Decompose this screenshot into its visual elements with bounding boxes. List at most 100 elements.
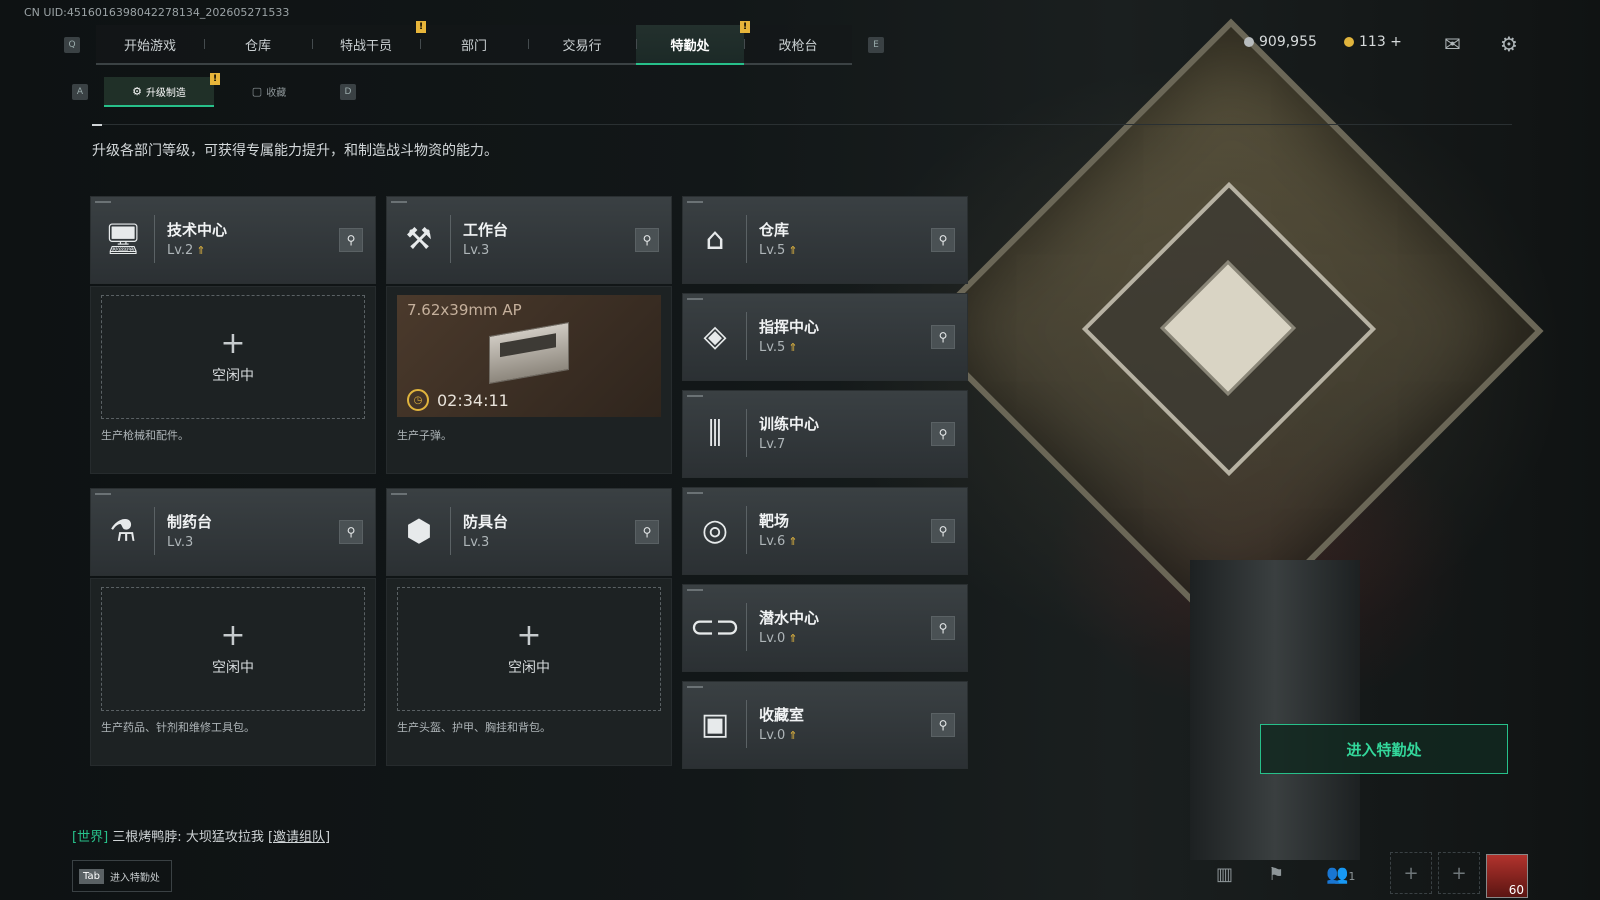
tab-2[interactable]: 特战干员! [312, 21, 426, 63]
department-name: 防具台 [463, 513, 509, 531]
card-corner-mark [391, 493, 407, 495]
key-hint-sub-left: A [72, 84, 88, 100]
department-name: 收藏室 [759, 706, 805, 724]
department-name: 指挥中心 [759, 318, 820, 336]
level-text: Lv.0 [759, 728, 786, 743]
tab-label: 交易行 [562, 38, 602, 54]
production-slot[interactable]: + 空闲中 [101, 295, 365, 419]
chat-channel: [世界] [72, 830, 109, 845]
magnify-icon[interactable]: ⚲ [635, 520, 659, 544]
collection-case-icon: ▣ [700, 706, 730, 742]
add-member-slot-1[interactable]: + [1390, 852, 1432, 894]
tab-5[interactable]: 特勤处! [636, 21, 750, 65]
magnify-icon[interactable]: ⚲ [931, 713, 955, 737]
add-member-slot-2[interactable]: + [1438, 852, 1480, 894]
magnify-icon[interactable]: ⚲ [339, 520, 363, 544]
department-name: 技术中心 [167, 221, 228, 239]
monitor-icon: 🖥 [103, 221, 143, 257]
subtab-0[interactable]: ⚙ 升级制造! [104, 73, 220, 107]
department-level: Lv.3 [463, 243, 489, 258]
production-slot[interactable]: + 空闲中 [397, 587, 661, 711]
department-card[interactable]: ◎ 靶场 Lv.6 ⇑ ⚲ [682, 487, 968, 575]
player-level: 60 [1508, 883, 1524, 897]
warehouse-icon: ⌂ [705, 221, 725, 257]
silver-currency[interactable]: 909,955 [1244, 34, 1317, 50]
tab-hint[interactable]: Tab 进入特勤处 [72, 860, 172, 892]
stats-chart-icon[interactable]: ▥ [1216, 864, 1233, 885]
key-hint-sub-right: D [340, 84, 356, 100]
chat-invite-link[interactable]: [邀请组队] [268, 830, 330, 845]
card-divider [746, 700, 747, 748]
dumbbell-icon: ⫼ [708, 415, 722, 451]
tab-3[interactable]: 部门 [420, 25, 528, 63]
department-card[interactable]: ⚗ 制药台 Lv.3 ⚲ [90, 488, 376, 576]
card-divider [746, 215, 747, 263]
magnify-icon[interactable]: ⚲ [635, 228, 659, 252]
production-panel[interactable]: 7.62x39mm AP ◷ 02:34:11 生产子弹。 [386, 286, 672, 474]
department-card[interactable]: 🖥 技术中心 Lv.2 ⇑ ⚲ [90, 196, 376, 284]
gold-currency[interactable]: 113 + [1344, 34, 1402, 50]
production-panel[interactable]: + 空闲中生产药品、针剂和维修工具包。 [90, 578, 376, 766]
subtab-label: 收藏 [266, 87, 287, 99]
subtab-1[interactable]: ▢ 收藏 [214, 77, 324, 105]
tab-1[interactable]: 仓库 [204, 25, 312, 63]
armor-blocks-icon: ⬢ [405, 513, 433, 549]
chat-message: 大坝猛攻拉我 [185, 830, 264, 845]
department-card[interactable]: ▣ 收藏室 Lv.0 ⇑ ⚲ [682, 681, 968, 769]
tab-4[interactable]: 交易行 [528, 25, 636, 63]
level-text: Lv.3 [463, 535, 490, 550]
magnify-icon[interactable]: ⚲ [931, 325, 955, 349]
key-hint-left: Q [64, 37, 80, 53]
upgrade-arrow-icon: ⇑ [788, 341, 798, 354]
tab-label: 部门 [460, 38, 487, 54]
department-card[interactable]: ⬢ 防具台 Lv.3 ⚲ [386, 488, 672, 576]
player-avatar[interactable]: 60 [1486, 854, 1528, 898]
upgrade-arrow-icon: ⇑ [788, 535, 798, 548]
department-level: Lv.2 ⇑ [167, 243, 206, 258]
tab-hint-label: 进入特勤处 [109, 872, 160, 884]
production-panel[interactable]: + 空闲中 生产头盔、护甲、胸挂和背包。 [386, 578, 672, 766]
idle-label: 空闲中 [212, 368, 254, 384]
mail-icon[interactable]: ✉ [1444, 32, 1461, 56]
magnify-icon[interactable]: ⚲ [931, 422, 955, 446]
production-panel[interactable]: + 空闲中生产枪械和配件。 [90, 286, 376, 474]
department-level: Lv.5 ⇑ [759, 243, 798, 258]
card-divider [746, 506, 747, 554]
level-text: Lv.3 [463, 243, 490, 258]
tab-6[interactable]: 改枪台 [744, 25, 852, 63]
magnify-icon[interactable]: ⚲ [931, 228, 955, 252]
clock-icon: ◷ [407, 389, 429, 411]
department-level: Lv.0 ⇑ [759, 728, 798, 743]
top-navigation: Q 开始游戏 仓库 特战干员! 部门 交易行 特勤处! 改枪台 E [64, 21, 884, 65]
card-corner-mark [95, 201, 111, 203]
magnify-icon[interactable]: ⚲ [339, 228, 363, 252]
department-card[interactable]: ⫼ 训练中心 Lv.7 ⚲ [682, 390, 968, 478]
department-card[interactable]: ⚒ 工作台 Lv.3 ⚲ [386, 196, 672, 284]
magnify-icon[interactable]: ⚲ [931, 519, 955, 543]
level-text: Lv.3 [167, 535, 194, 550]
production-slot[interactable]: + 空闲中 [101, 587, 365, 711]
tab-0[interactable]: 开始游戏 [96, 25, 204, 63]
page-description: 升级各部门等级，可获得专属能力提升，和制造战斗物资的能力。 [92, 143, 498, 159]
enter-special-ops-button[interactable]: 进入特勤处 [1260, 724, 1508, 774]
gold-coin-icon [1344, 37, 1354, 47]
add-icon: + [220, 618, 246, 653]
main-tabs: 开始游戏 仓库 特战干员! 部门 交易行 特勤处! 改枪台 [96, 21, 852, 65]
department-card[interactable]: ◈ 指挥中心 Lv.5 ⇑ ⚲ [682, 293, 968, 381]
department-level: Lv.0 ⇑ [759, 631, 798, 646]
settings-gear-icon[interactable]: ⚙ [1500, 32, 1518, 56]
department-card[interactable]: ⌂ 仓库 Lv.5 ⇑ ⚲ [682, 196, 968, 284]
department-level: Lv.6 ⇑ [759, 534, 798, 549]
magnify-icon[interactable]: ⚲ [931, 616, 955, 640]
department-card[interactable]: ⊂⊃ 潜水中心 Lv.0 ⇑ ⚲ [682, 584, 968, 672]
sub-navigation: A ⚙ 升级制造! ▢ 收藏 D [72, 73, 356, 107]
level-text: Lv.0 [759, 631, 786, 646]
squad-members-icon[interactable]: 👥1 [1326, 864, 1355, 885]
flag-icon[interactable]: ⚑ [1268, 864, 1284, 885]
tab-label: 特战干员 [339, 38, 392, 54]
crafting-timer: ◷ 02:34:11 [407, 389, 509, 411]
production-description: 生产枪械和配件。 [101, 429, 189, 442]
card-divider [450, 507, 451, 555]
crafting-item[interactable]: 7.62x39mm AP ◷ 02:34:11 [397, 295, 661, 417]
production-description: 生产药品、针剂和维修工具包。 [101, 721, 255, 734]
